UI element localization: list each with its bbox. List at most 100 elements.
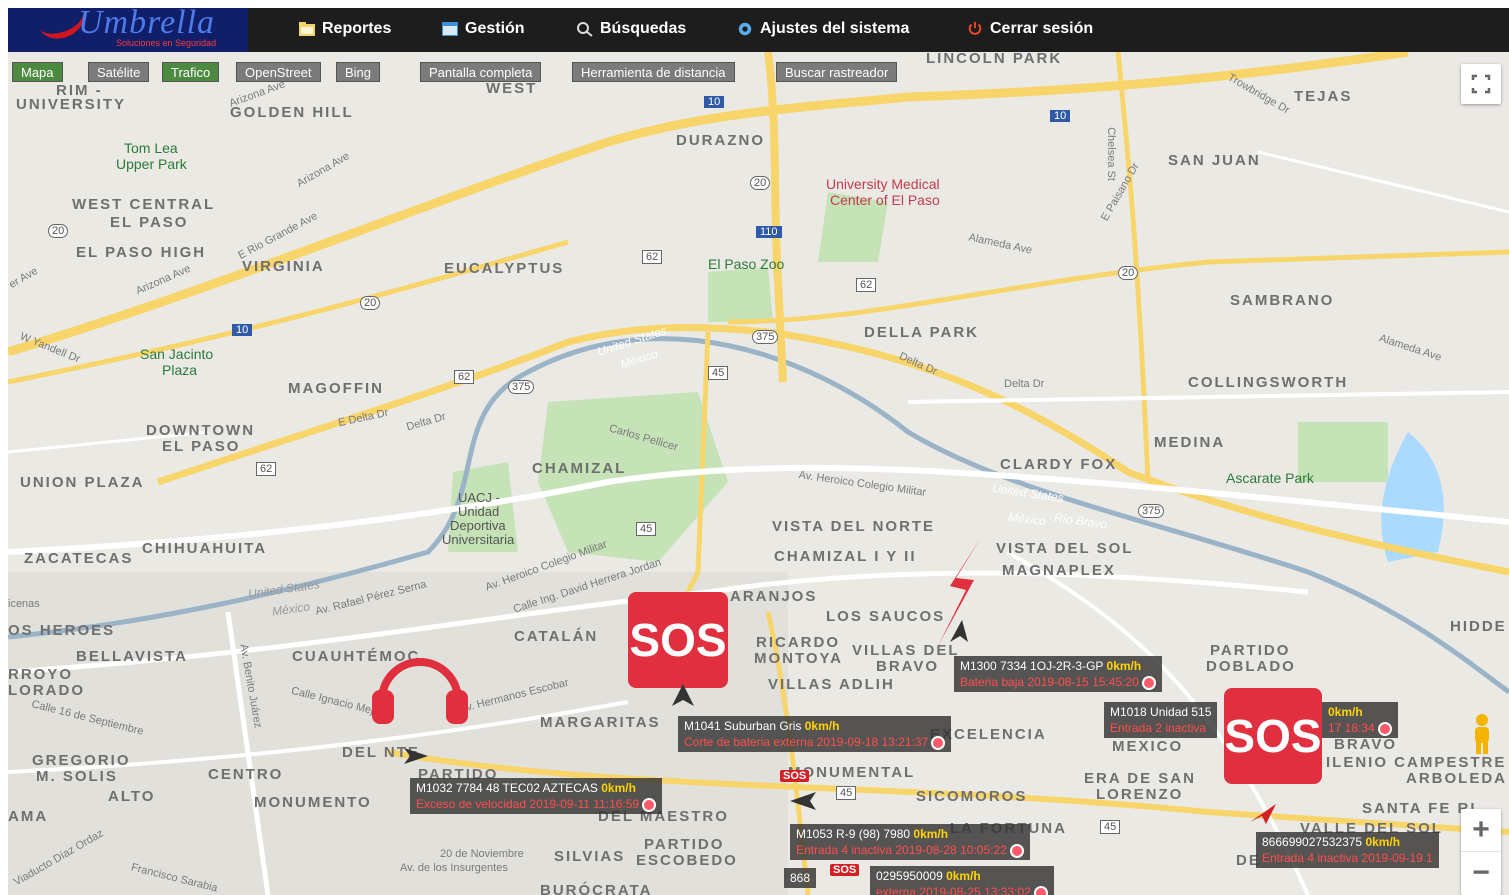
map-layer-trafico-button[interactable]: Trafico — [162, 62, 220, 82]
nav-gestion-label: Gestión — [465, 20, 525, 37]
vehicle-tooltip[interactable]: 868 — [784, 868, 817, 888]
route-shield-icon: 20 — [48, 224, 69, 238]
map-type-bing-button[interactable]: Bing — [336, 62, 381, 82]
map-fullscreen-control[interactable] — [1461, 64, 1501, 104]
vehicle-tooltip[interactable]: M1300 7334 1OJ-2R-3-GP 0km/h Bateria baj… — [954, 656, 1162, 692]
map-label: UNION PLAZA — [20, 474, 145, 491]
map-label: CENTRO — [208, 766, 284, 783]
zoom-in-button[interactable]: + — [1461, 809, 1501, 851]
vehicle-label: M1041 Suburban Gris — [684, 719, 805, 733]
sos-alert-icon[interactable]: SOS — [628, 592, 728, 688]
sos-marker-icon[interactable]: SOS — [830, 864, 860, 876]
vehicle-alert: Exceso de velocidad 2019-09-11 11:16:59 — [416, 796, 657, 812]
vehicle-alert-text: Bateria baja 2019-08-15 15:45:20 — [960, 675, 1139, 689]
map-label: DOBLADO — [1206, 658, 1296, 675]
map-label: AMA — [8, 808, 49, 825]
headphones-alert-icon[interactable] — [368, 650, 472, 730]
street-label: icenas — [8, 598, 40, 610]
route-shield-icon: 20 — [750, 176, 771, 190]
vehicle-marker-icon[interactable] — [672, 684, 694, 708]
street-view-pegman-icon[interactable] — [1467, 712, 1497, 756]
map-label: ARBOLEDA — [1406, 770, 1507, 787]
map-label: SILVIAS — [554, 848, 626, 865]
place-label: Deportiva — [450, 518, 506, 533]
sos-alert-icon[interactable]: SOS — [1224, 688, 1322, 784]
alert-dot-icon — [1377, 721, 1392, 736]
vehicle-label: M1018 Unidad 515 — [1110, 705, 1212, 719]
vehicle-label: 0295950009 — [876, 869, 947, 883]
fullscreen-button[interactable]: Pantalla completa — [420, 62, 542, 82]
vehicle-alert-text: 17 18:34 — [1328, 721, 1375, 735]
vehicle-tooltip[interactable]: M1018 Unidad 515 Entrada 2 inactiva — [1104, 702, 1218, 738]
interstate-shield-icon: 10 — [1050, 110, 1071, 122]
map-label: MAGNAPLEX — [1002, 562, 1116, 579]
map-label: SAN JUAN — [1168, 152, 1261, 169]
nav-busquedas-label: Búsquedas — [600, 20, 687, 37]
map-label: BURÓCRATA — [540, 882, 653, 895]
nav-cerrar-sesion[interactable]: Cerrar sesión — [966, 20, 1093, 38]
interstate-shield-icon: 110 — [756, 226, 782, 238]
map-label: VILLAS ADLIH — [768, 676, 895, 693]
zoom-out-button[interactable]: − — [1461, 851, 1501, 894]
map-label: ALTO — [108, 788, 156, 805]
brand-tagline: Soluciones en Seguridad — [116, 38, 217, 48]
route-shield-icon: 375 — [1138, 504, 1165, 518]
vehicle-marker-icon[interactable] — [790, 792, 816, 810]
map-label: BRAVO — [876, 658, 940, 675]
vehicle-tooltip[interactable]: M1032 7784 48 TEC02 AZTECAS 0km/h Exceso… — [410, 778, 663, 814]
map-type-satelite-button[interactable]: Satélite — [88, 62, 150, 82]
map-label: M. SOLIS — [36, 768, 118, 785]
vehicle-tooltip[interactable]: M1041 Suburban Gris 0km/h Corte de bater… — [678, 716, 952, 752]
sos-marker-icon[interactable]: SOS — [780, 770, 810, 782]
map-label: ARANJOS — [730, 588, 818, 605]
map-label: CHAMIZAL I Y II — [774, 548, 917, 565]
vehicle-tooltip[interactable]: 866699027532375 0km/h Entrada 4 inactiva… — [1256, 832, 1439, 868]
folder-icon — [299, 22, 315, 36]
gear-icon — [738, 22, 752, 36]
map-label: LORADO — [8, 682, 85, 699]
brand-logo[interactable]: Umbrella Soluciones en Seguridad — [8, 8, 248, 52]
vehicle-speed: 0km/h — [946, 869, 981, 883]
vehicle-marker-icon[interactable] — [1250, 804, 1276, 824]
vehicle-marker-icon[interactable] — [948, 620, 970, 644]
vehicle-alert-text: Exceso de velocidad 2019-09-11 11:16:59 — [416, 797, 640, 811]
map-label: CHAMIZAL — [532, 460, 627, 477]
distance-tool-button[interactable]: Herramienta de distancia — [572, 62, 735, 82]
interstate-shield-icon: 10 — [232, 324, 253, 336]
map-label: COLLINGSWORTH — [1188, 374, 1349, 391]
vehicle-tooltip[interactable]: 0295950009 0km/h externa 2019-08-25 13:3… — [870, 866, 1054, 895]
nav-gestion[interactable]: Gestión — [441, 20, 525, 38]
street-label: 20 de Noviembre — [440, 848, 524, 860]
nav-cerrar-label: Cerrar sesión — [990, 20, 1094, 37]
park-label: Tom Lea — [124, 140, 178, 156]
map-view[interactable]: Mapa Satélite Trafico OpenStreet Bing Pa… — [8, 52, 1509, 895]
street-label: Av. de los Insurgentes — [400, 862, 508, 874]
map-label: DELLA PARK — [864, 324, 979, 341]
map-label: CHIHUAHUITA — [142, 540, 268, 557]
vehicle-tooltip[interactable]: 0km/h 17 18:34 — [1322, 702, 1398, 738]
map-type-mapa-button[interactable]: Mapa — [12, 62, 63, 82]
map-label: MARGARITAS — [540, 714, 661, 731]
route-shield-icon: 20 — [360, 296, 381, 310]
route-shield-icon: 62 — [856, 278, 877, 292]
vehicle-alert-text: Entrada 4 inactiva 2019-08-28 10:05:22 — [796, 843, 1007, 857]
place-label: Universitaria — [442, 532, 515, 547]
map-label: DOWNTOWN — [146, 422, 256, 439]
map-label: TEJAS — [1294, 88, 1353, 105]
nav-reportes[interactable]: Reportes — [298, 20, 391, 38]
interstate-shield-icon: 10 — [704, 96, 725, 108]
vehicle-tooltip[interactable]: M1053 R-9 (98) 7980 0km/h Entrada 4 inac… — [790, 824, 1030, 860]
search-icon — [577, 22, 593, 37]
route-shield-icon: 375 — [508, 380, 535, 394]
map-label: DURAZNO — [676, 132, 765, 149]
vehicle-marker-icon[interactable] — [404, 746, 428, 766]
map-label: EL PASO HIGH — [76, 244, 207, 261]
vehicle-alert: 17 18:34 — [1328, 720, 1392, 736]
map-label: WEST — [486, 80, 538, 97]
nav-busquedas[interactable]: Búsquedas — [576, 20, 686, 38]
vehicle-alert-text: Entrada 4 inactiva 2019-09-19 1 — [1262, 851, 1433, 865]
route-shield-icon: 45 — [1100, 820, 1121, 834]
map-label: LORENZO — [1096, 786, 1184, 803]
search-tracker-button[interactable]: Buscar rastreador — [776, 62, 898, 82]
nav-ajustes[interactable]: Ajustes del sistema — [736, 20, 909, 38]
